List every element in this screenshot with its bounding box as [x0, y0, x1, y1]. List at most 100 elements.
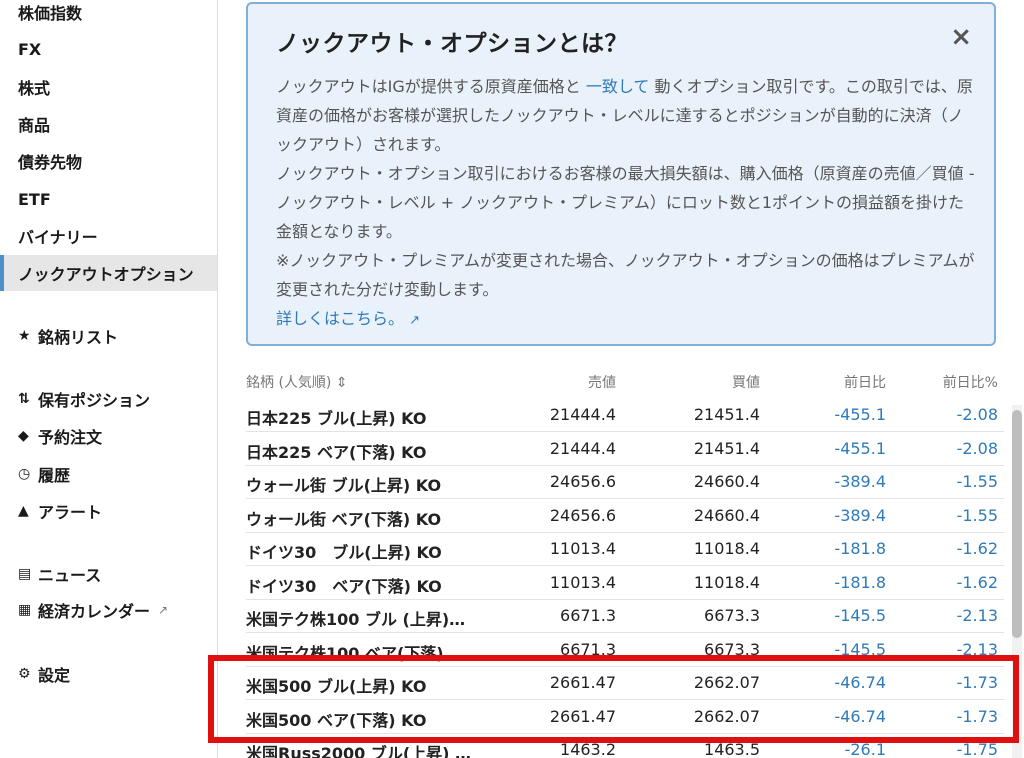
daily-change-pct: -1.55 [956, 505, 998, 525]
daily-change-pct: -1.62 [956, 539, 998, 558]
history-icon: ◷ [18, 466, 31, 482]
table-row[interactable]: ウォール街 ベア(下落) KO 24656.6 24660.4 -389.4 -1.55 [246, 499, 1004, 533]
arrows-updown-icon: ⇅ [18, 391, 30, 407]
daily-change-pct: -1.62 [956, 572, 998, 592]
sidebar-item-stocks[interactable]: 株式 [0, 69, 217, 105]
buy-price: 21451.4 [693, 405, 760, 424]
sidebar-item-label: 債券先物 [18, 153, 83, 172]
instrument-name: 日本225 ベア(下落) KO [246, 442, 427, 462]
news-icon: ▤ [18, 566, 32, 582]
sidebar-item-watchlist[interactable]: ★ 銘柄リスト [0, 318, 217, 354]
highlight-box [208, 655, 1019, 743]
star-icon: ★ [18, 328, 31, 344]
instrument-name: 日本225 ブル(上昇) KO [246, 409, 427, 428]
external-link-icon: ↗ [158, 603, 169, 617]
tag-icon: ◆ [18, 428, 29, 444]
gear-icon: ⚙ [18, 666, 31, 682]
sidebar-item-label: 銘柄リスト [38, 328, 119, 347]
sidebar-item-bond-futures[interactable]: 債券先物 [0, 143, 217, 179]
daily-change: -455.1 [834, 405, 886, 424]
daily-change: -181.8 [834, 572, 886, 592]
sidebar: 株価指数 FX 株式 商品 債券先物 ETF バイナリー ノックアウトオプション… [0, 0, 218, 758]
sidebar-item-label: 予約注文 [38, 428, 103, 447]
sidebar-item-label: ニュース [38, 566, 102, 585]
sidebar-item-orders[interactable]: ◆ 予約注文 [0, 418, 217, 454]
sidebar-item-alerts[interactable]: ▲ アラート [0, 493, 217, 529]
sidebar-item-news[interactable]: ▤ ニュース [0, 556, 217, 592]
instrument-name: ウォール街 ブル(上昇) KO [246, 476, 442, 495]
info-body: ノックアウトはIGが提供する原資産価格と 一致して 動くオプション取引です。この… [276, 72, 976, 335]
info-paragraph: ※ノックアウト・プレミアムが変更された場合、ノックアウト・オプションの価格はプレ… [276, 251, 975, 299]
warning-icon: ▲ [18, 503, 29, 519]
table-header: 銘柄 (人気順) ⇕ 売値 買値 前日比 前日比% [246, 364, 1004, 398]
header-change: 前日比 [844, 375, 886, 391]
header-sell: 売値 [588, 375, 616, 391]
info-text: ノックアウトはIGが提供する原資産価格と [276, 77, 581, 96]
table-row[interactable]: 日本225 ブル(上昇) KO 21444.4 21451.4 -455.1 -2.08 [246, 398, 1004, 432]
sidebar-item-history[interactable]: ◷ 履歴 [0, 456, 217, 492]
daily-change: -145.5 [834, 606, 886, 625]
knockout-info-panel: ノックアウト・オプションとは？ × ノックアウトはIGが提供する原資産価格と 一… [246, 2, 996, 346]
info-paragraph: ノックアウト・オプション取引におけるお客様の最大損失額は、購入価格（原資産の売値… [276, 164, 975, 241]
scrollbar-thumb[interactable] [1012, 410, 1022, 638]
daily-change: -389.4 [834, 472, 886, 491]
sidebar-item-fx[interactable]: FX [0, 31, 217, 67]
sidebar-item-label: 設定 [38, 666, 71, 685]
header-buy: 買値 [732, 375, 760, 391]
table-row[interactable]: ドイツ30 ブル(上昇) KO 11013.4 11018.4 -181.8 -1.62 [246, 532, 1004, 566]
sidebar-item-label: アラート [38, 503, 103, 522]
calendar-icon: ▦ [18, 602, 32, 618]
sidebar-item-label: 株式 [18, 79, 51, 98]
daily-change-pct: -2.08 [956, 405, 998, 424]
table-row[interactable]: ウォール街 ブル(上昇) KO 24656.6 24660.4 -389.4 -1.55 [246, 465, 1004, 499]
instrument-name: 米国テク株100 ブル (上昇)… [246, 610, 466, 629]
instrument-name: ドイツ30 ベア(下落) KO [246, 576, 442, 596]
sell-price: 21444.4 [549, 438, 616, 458]
buy-price: 11018.4 [693, 572, 760, 592]
buy-price: 6673.3 [704, 606, 760, 625]
sidebar-item-binary[interactable]: バイナリー [0, 218, 217, 254]
sidebar-item-economic-calendar[interactable]: ▦ 経済カレンダー ↗ [0, 592, 217, 628]
sidebar-item-knockout-options[interactable]: ノックアウトオプション [0, 255, 217, 291]
instrument-name: ウォール街 ベア(下落) KO [246, 509, 442, 529]
sell-price: 24656.6 [549, 505, 616, 525]
sidebar-item-label: FX [18, 39, 42, 59]
table-row[interactable]: 日本225 ベア(下落) KO 21444.4 21451.4 -455.1 -2.08 [246, 432, 1004, 466]
daily-change: -455.1 [834, 438, 886, 458]
close-icon[interactable]: × [950, 22, 972, 52]
daily-change-pct: -2.08 [956, 438, 998, 458]
daily-change-pct: -2.13 [956, 606, 998, 625]
sidebar-item-commodities[interactable]: 商品 [0, 106, 217, 142]
sell-price: 21444.4 [549, 405, 616, 424]
daily-change: -181.8 [834, 539, 886, 558]
sell-price: 6671.3 [560, 606, 616, 625]
match-link[interactable]: 一致して [586, 77, 650, 96]
buy-price: 24660.4 [693, 505, 760, 525]
info-title: ノックアウト・オプションとは？ [276, 31, 629, 57]
external-link-icon: ↗ [409, 313, 421, 328]
buy-price: 24660.4 [693, 472, 760, 491]
header-name-sort[interactable]: 銘柄 (人気順) ⇕ [246, 372, 348, 392]
daily-change: -389.4 [834, 505, 886, 525]
learn-more-link[interactable]: 詳しくはこちら。 ↗ [276, 304, 976, 335]
sell-price: 11013.4 [549, 539, 616, 558]
sidebar-item-settings[interactable]: ⚙ 設定 [0, 656, 217, 692]
table-row[interactable]: 米国テク株100 ブル (上昇)… 6671.3 6673.3 -145.5 -2.13 [246, 599, 1004, 633]
sidebar-item-label: 株価指数 [18, 4, 83, 23]
sidebar-item-label: 履歴 [38, 466, 71, 485]
sidebar-item-indices[interactable]: 株価指数 [0, 0, 217, 30]
sell-price: 24656.6 [549, 472, 616, 491]
instrument-name: ドイツ30 ブル(上昇) KO [246, 543, 442, 562]
daily-change-pct: -1.55 [956, 472, 998, 491]
buy-price: 11018.4 [693, 539, 760, 558]
sidebar-item-label: ノックアウトオプション [18, 265, 194, 284]
learn-more-text[interactable]: 詳しくはこちら。 [276, 309, 404, 328]
sidebar-item-label: 保有ポジション [38, 391, 151, 410]
table-row[interactable]: ドイツ30 ベア(下落) KO 11013.4 11018.4 -181.8 -1.62 [246, 566, 1004, 600]
sidebar-item-label: ETF [18, 189, 51, 209]
header-change-pct: 前日比% [942, 375, 998, 391]
sidebar-item-positions[interactable]: ⇅ 保有ポジション [0, 381, 217, 417]
sell-price: 11013.4 [549, 572, 616, 592]
sidebar-item-etf[interactable]: ETF [0, 181, 217, 217]
sidebar-item-label: バイナリー [18, 228, 98, 247]
